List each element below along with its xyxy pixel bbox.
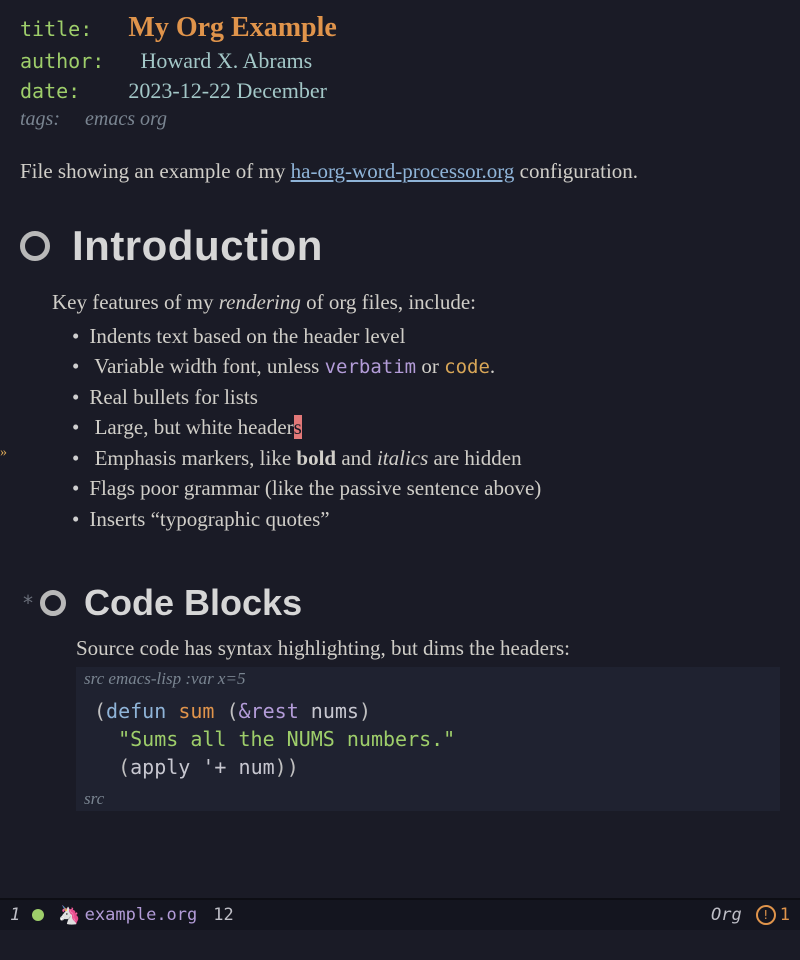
heading-text: Introduction [72, 222, 323, 270]
modified-indicator-icon [32, 909, 44, 921]
list-item: » Emphasis markers, like bold and italic… [72, 443, 780, 473]
tags-value: emacs org [85, 108, 167, 130]
config-link[interactable]: ha-org-word-processor.org [291, 159, 515, 183]
editor-buffer[interactable]: title: My Org Example author: Howard X. … [0, 0, 800, 900]
intro-paragraph: File showing an example of my ha-org-wor… [20, 159, 780, 184]
title-value: My Org Example [128, 12, 336, 43]
warning-icon: ! [756, 905, 776, 925]
meta-tags-line: tags: emacs org [20, 108, 780, 131]
org-star-icon: * [22, 591, 34, 615]
author-key: author: [20, 49, 104, 73]
text-cursor: s [294, 415, 302, 439]
author-value: Howard X. Abrams [140, 48, 312, 73]
src-block-footer: src [76, 787, 780, 811]
list-item: Flags poor grammar (like the passive sen… [72, 473, 780, 503]
list-item: Variable width font, unless verbatim or … [72, 351, 780, 382]
list-item: Indents text based on the header level [72, 321, 780, 351]
list-item: Real bullets for lists [72, 382, 780, 412]
meta-date-line: date: 2023-12-22 December [20, 78, 780, 104]
list-item: Inserts “typographic quotes” [72, 504, 780, 534]
window-number: 1 [10, 905, 20, 925]
heading-introduction[interactable]: Introduction [20, 222, 780, 270]
minibuffer[interactable] [0, 930, 800, 960]
features-intro: Key features of my rendering of org file… [52, 290, 780, 315]
flycheck-indicator[interactable]: ! 1 [756, 905, 790, 925]
date-value: 2023-12-22 December [128, 78, 327, 103]
src-intro: Source code has syntax highlighting, but… [76, 636, 780, 661]
meta-author-line: author: Howard X. Abrams [20, 48, 780, 74]
title-key: title: [20, 17, 92, 41]
meta-title-line: title: My Org Example [20, 12, 780, 44]
buffer-name[interactable]: example.org [85, 905, 198, 925]
date-key: date: [20, 79, 80, 103]
tags-key: tags: [20, 108, 60, 130]
src-block-header: src emacs-lisp :var x=5 [76, 667, 780, 691]
list-item: Large, but white headers [72, 412, 780, 442]
heading-text: Code Blocks [84, 582, 302, 624]
features-list: Indents text based on the header level V… [52, 321, 780, 534]
src-block-body[interactable]: (defun sum (&rest nums) "Sums all the NU… [76, 691, 780, 787]
heading-code-blocks[interactable]: * Code Blocks [22, 582, 780, 624]
warning-count: 1 [780, 905, 790, 925]
major-mode[interactable]: Org [711, 905, 742, 925]
heading-bullet-icon [40, 590, 66, 616]
heading-bullet-icon [20, 231, 50, 261]
modeline[interactable]: 1 🦄 example.org 12 Org ! 1 [0, 898, 800, 930]
fringe-indicator-icon: » [0, 443, 7, 463]
evil-state-icon: 🦄 [58, 905, 80, 926]
line-number: 12 [213, 905, 233, 925]
